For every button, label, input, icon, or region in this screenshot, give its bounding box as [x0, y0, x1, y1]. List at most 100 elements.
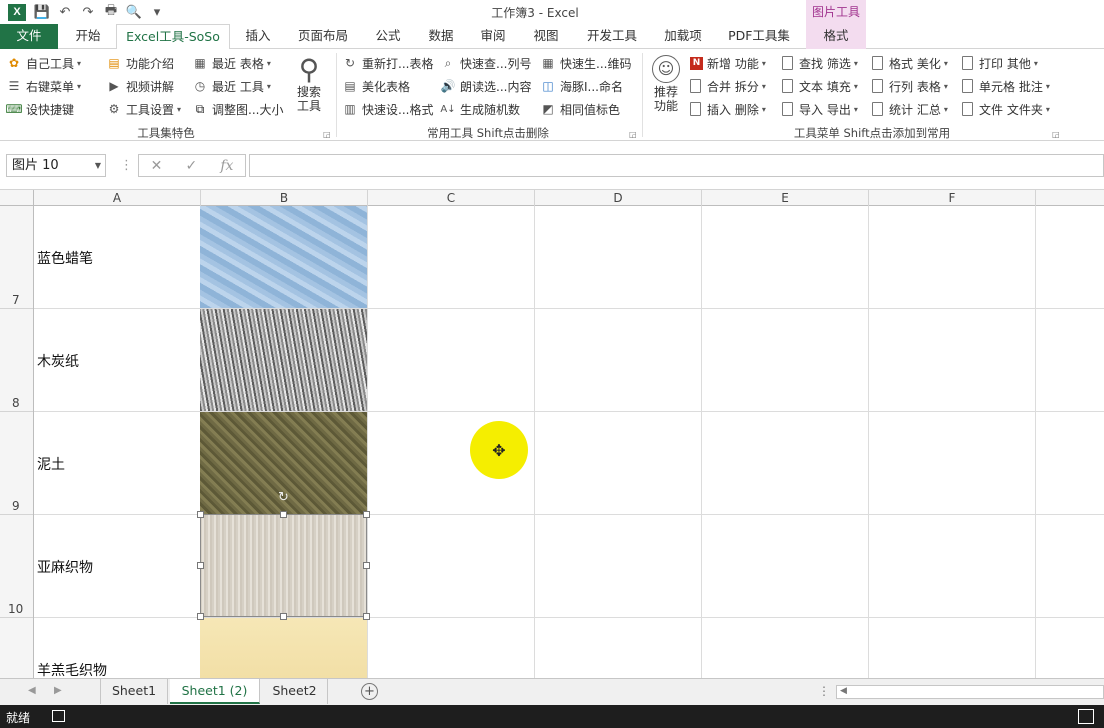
row-header[interactable] — [0, 618, 33, 678]
picture-selection-box[interactable] — [197, 511, 370, 620]
tab-developer[interactable]: 开发工具 — [576, 24, 648, 49]
beautify-table-button[interactable]: ▤ 美化表格 — [342, 76, 410, 96]
reopen-table-button[interactable]: ↻ 重新打...表格 — [342, 53, 433, 73]
row-header[interactable]: 8 — [0, 309, 33, 412]
resize-handle[interactable] — [197, 562, 204, 569]
tab-addins[interactable]: 加载项 — [654, 24, 712, 49]
print-icon[interactable]: 🖶 — [101, 3, 121, 21]
texture-image-lambswool[interactable] — [200, 618, 367, 678]
cell-a11[interactable]: 羊羔毛织物 — [37, 660, 107, 678]
qr-code-button[interactable]: ▦ 快速生...维码 — [540, 53, 631, 73]
redo-icon[interactable]: ↷ — [78, 3, 98, 21]
cell-a8[interactable]: 木炭纸 — [37, 351, 79, 371]
quick-find-column-button[interactable]: ⌕ 快速查...列号 — [440, 53, 532, 73]
save-icon[interactable]: 💾 — [32, 3, 52, 21]
column-header-c[interactable]: C — [368, 190, 535, 206]
print-preview-icon[interactable]: 🔍 — [124, 3, 144, 21]
tab-formulas[interactable]: 公式 — [364, 24, 412, 49]
tab-excel-tools-soso[interactable]: Excel工具-SoSo — [116, 24, 230, 50]
print-other-button[interactable]: 打印 其他 ▾ — [962, 53, 1038, 73]
resize-image-button[interactable]: ⧉ 调整图...大小 — [192, 99, 284, 119]
recent-tables-button[interactable]: ▦ 最近 表格 ▾ — [192, 53, 271, 73]
format-beautify-button[interactable]: 格式 美化 ▾ — [872, 53, 948, 73]
select-all-corner[interactable] — [0, 190, 34, 206]
text-fill-button[interactable]: 文本 填充 ▾ — [782, 76, 858, 96]
file-folder-button[interactable]: 文件 文件夹 ▾ — [962, 99, 1050, 119]
horizontal-scrollbar[interactable]: ◀ — [836, 685, 1104, 699]
tab-insert[interactable]: 插入 — [234, 24, 282, 49]
tab-pdf-tools[interactable]: PDF工具集 — [718, 24, 800, 49]
scroll-left-icon[interactable]: ◀ — [840, 686, 847, 696]
row-col-table-button[interactable]: 行列 表格 ▾ — [872, 76, 948, 96]
column-header-e[interactable]: E — [702, 190, 869, 206]
sheet-tab-sheet1-2[interactable]: Sheet1 (2) — [170, 679, 260, 704]
merge-split-button[interactable]: 合并 拆分 ▾ — [690, 76, 766, 96]
insert-function-icon[interactable]: fx — [220, 158, 233, 174]
resize-handle[interactable] — [363, 613, 370, 620]
dialog-launcher-icon[interactable]: ◲ — [629, 130, 637, 139]
customize-icon[interactable]: ▾ — [147, 3, 167, 21]
tool-settings-button[interactable]: ⚙ 工具设置 ▾ — [106, 99, 181, 119]
feature-intro-button[interactable]: ▤ 功能介绍 — [106, 53, 174, 73]
tab-review[interactable]: 审阅 — [470, 24, 516, 49]
same-value-color-button[interactable]: ◩ 相同值标色 — [540, 99, 620, 119]
dialog-launcher-icon[interactable]: ◲ — [1052, 130, 1060, 139]
find-filter-button[interactable]: 查找 筛选 ▾ — [782, 53, 858, 73]
macro-record-icon[interactable] — [52, 710, 65, 722]
tab-format[interactable]: 格式 — [806, 24, 866, 49]
tab-home[interactable]: 开始 — [62, 24, 114, 49]
next-sheet-icon[interactable]: ▶ — [54, 685, 62, 696]
row-header[interactable]: 10 — [0, 515, 33, 618]
video-tutorial-button[interactable]: ▶ 视频讲解 — [106, 76, 174, 96]
search-tools-button[interactable]: ⚲ 搜索 工具 — [290, 55, 328, 114]
texture-image-charcoal-paper[interactable] — [200, 309, 367, 411]
cell-a9[interactable]: 泥土 — [37, 454, 65, 474]
dialog-launcher-icon[interactable]: ◲ — [323, 130, 331, 139]
resize-handle[interactable] — [280, 511, 287, 518]
row-header[interactable]: 9 — [0, 412, 33, 515]
resize-handle[interactable] — [197, 613, 204, 620]
tab-file[interactable]: 文件 — [0, 24, 58, 49]
chevron-down-icon[interactable]: ▼ — [95, 155, 101, 176]
tab-view[interactable]: 视图 — [522, 24, 570, 49]
cell-a10[interactable]: 亚麻织物 — [37, 557, 93, 577]
column-header-b[interactable]: B — [201, 190, 368, 206]
cancel-icon[interactable]: ✕ — [151, 158, 163, 174]
own-tools-button[interactable]: ✿ 自己工具 ▾ — [6, 53, 81, 73]
worksheet-grid[interactable]: 蓝色蜡笔 木炭纸 泥土 亚麻织物 羊羔毛织物 ↻ ✥ — [34, 206, 1104, 678]
cell-a7[interactable]: 蓝色蜡笔 — [37, 248, 93, 268]
recommend-button[interactable]: ☺ 推荐 功能 — [648, 55, 684, 113]
normal-view-icon[interactable] — [1078, 709, 1094, 724]
prev-sheet-icon[interactable]: ◀ — [28, 685, 36, 696]
enter-icon[interactable]: ✓ — [185, 158, 197, 174]
column-header-d[interactable]: D — [535, 190, 702, 206]
column-header-a[interactable]: A — [34, 190, 201, 206]
rotate-handle-icon[interactable]: ↻ — [278, 490, 289, 505]
row-header[interactable]: 7 — [0, 206, 33, 309]
texture-image-blue-crayon[interactable] — [200, 206, 367, 308]
quick-format-button[interactable]: ▥ 快速设...格式 — [342, 99, 433, 119]
insert-delete-button[interactable]: 插入 删除 ▾ — [690, 99, 766, 119]
shortcut-button[interactable]: ⌨ 设快捷键 — [5, 99, 74, 119]
cell-comment-button[interactable]: 单元格 批注 ▾ — [962, 76, 1050, 96]
resize-handle[interactable] — [280, 613, 287, 620]
sheet-tab-sheet2[interactable]: Sheet2 — [262, 679, 328, 704]
resize-handle[interactable] — [363, 511, 370, 518]
resize-handle[interactable] — [197, 511, 204, 518]
formula-input[interactable] — [249, 154, 1104, 177]
name-box[interactable]: 图片 10 ▼ — [6, 154, 106, 177]
new-feature-button[interactable]: N 新增 功能 ▾ — [690, 53, 766, 73]
random-number-button[interactable]: A↓ 生成随机数 — [440, 99, 520, 119]
stats-summary-button[interactable]: 统计 汇总 ▾ — [872, 99, 948, 119]
add-sheet-icon[interactable]: + — [361, 683, 378, 700]
column-header-f[interactable]: F — [869, 190, 1036, 206]
recent-tools-button[interactable]: ◷ 最近 工具 ▾ — [192, 76, 271, 96]
context-menu-button[interactable]: ☰ 右键菜单 ▾ — [6, 76, 81, 96]
sheet-tab-sheet1[interactable]: Sheet1 — [100, 679, 168, 704]
resize-handle[interactable] — [363, 562, 370, 569]
undo-icon[interactable]: ↶ — [55, 3, 75, 21]
dolphin-rename-button[interactable]: ◫ 海豚I...命名 — [540, 76, 623, 96]
read-aloud-button[interactable]: 🔊 朗读选...内容 — [440, 76, 532, 96]
tab-data[interactable]: 数据 — [418, 24, 464, 49]
tab-page-layout[interactable]: 页面布局 — [288, 24, 358, 49]
